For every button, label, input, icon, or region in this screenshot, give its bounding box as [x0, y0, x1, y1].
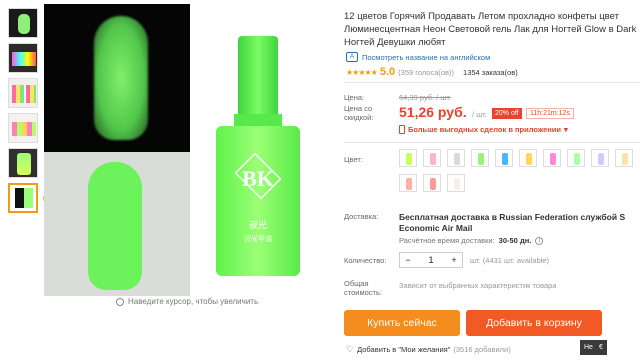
- bottle-body: BK 夜光 荧光甲油: [216, 126, 300, 276]
- thumbnail-2[interactable]: [8, 43, 38, 73]
- quantity-increase-button[interactable]: +: [446, 255, 462, 265]
- translate-title-link[interactable]: A Посмотреть название на английском: [346, 52, 490, 62]
- zoom-hint: Наведите курсор, чтобы увеличить: [116, 297, 258, 306]
- available-stock: шт. (4431 шт. available): [470, 256, 549, 265]
- shipping-label: Доставка:: [344, 212, 379, 221]
- quantity-input[interactable]: 1: [423, 255, 439, 265]
- color-swatch[interactable]: [447, 174, 465, 192]
- wishlist-link[interactable]: ♡ Добавить в "Мои желания" (3516 добавил…: [346, 344, 511, 355]
- rating-row: ★★★★★ 5.0 (359 голоса(ов)) 1354 заказа(о…: [346, 66, 518, 78]
- product-title: 12 цветов Горячий Продавать Летом прохла…: [344, 11, 637, 48]
- thumbnail-list: [8, 8, 40, 218]
- thumbnail-5[interactable]: [8, 148, 38, 178]
- color-swatch[interactable]: [423, 149, 441, 167]
- thumbnail-3[interactable]: [8, 78, 38, 108]
- quantity-stepper: − 1 +: [399, 252, 463, 268]
- votes-link[interactable]: (359 голоса(ов)): [398, 68, 454, 77]
- color-swatch[interactable]: [399, 174, 417, 192]
- delivery-time: Расчётное время доставки: 30-50 дн. i: [399, 236, 544, 245]
- star-icon: ★★★★★: [346, 67, 378, 77]
- bottle-label-2: 荧光甲油: [244, 236, 272, 243]
- translate-icon: A: [346, 52, 358, 62]
- current-price: 51,26 руб.: [399, 104, 467, 120]
- thumbnail-6-selected[interactable]: [8, 183, 38, 213]
- green-nail: [88, 162, 142, 290]
- glow-photo: [44, 4, 190, 152]
- color-swatch[interactable]: [591, 149, 609, 167]
- total-label-1: Общая: [344, 279, 369, 288]
- main-product-photo[interactable]: [44, 4, 190, 296]
- color-swatch[interactable]: [399, 149, 417, 167]
- bottle-label-1: 夜光: [248, 220, 267, 230]
- color-swatch[interactable]: [567, 149, 585, 167]
- color-label: Цвет:: [344, 155, 363, 164]
- buy-now-button[interactable]: Купить сейчас: [344, 310, 460, 336]
- orders-count: 1354 заказа(ов): [463, 67, 518, 77]
- corner-widget[interactable]: Не €: [580, 340, 607, 355]
- rating-value: 5.0: [379, 66, 396, 78]
- magnifier-icon: [116, 297, 124, 306]
- old-price: 64,39 руб. / шт.: [399, 93, 452, 102]
- heart-icon: ♡: [346, 344, 355, 354]
- color-swatch[interactable]: [447, 149, 465, 167]
- color-swatch[interactable]: [543, 149, 561, 167]
- thumbnail-4[interactable]: [8, 113, 38, 143]
- daylight-photo: [44, 152, 190, 296]
- nail-polish-bottle-image: BK 夜光 荧光甲油: [216, 36, 300, 276]
- discount-price-label-1: Цена со: [344, 104, 373, 113]
- brand-logo: BK: [242, 166, 274, 191]
- glowing-nail: [94, 16, 148, 140]
- countdown-timer: 11h:21m:12s: [526, 108, 574, 119]
- divider: [344, 142, 640, 143]
- app-deals-link[interactable]: Больше выгодных сделок в приложении ▾: [399, 125, 568, 134]
- bottle-cap: [238, 36, 278, 114]
- info-icon[interactable]: i: [535, 236, 544, 245]
- discount-price-label-2: скидкой:: [344, 113, 374, 122]
- per-unit: / шт.: [472, 110, 487, 119]
- divider: [344, 82, 640, 83]
- phone-icon: [399, 125, 405, 134]
- quantity-decrease-button[interactable]: −: [400, 255, 416, 265]
- color-swatch[interactable]: [471, 149, 489, 167]
- color-swatch[interactable]: [519, 149, 537, 167]
- quantity-label: Количество:: [344, 256, 387, 265]
- discount-badge: 20% off: [492, 108, 522, 119]
- color-swatch[interactable]: [495, 149, 513, 167]
- total-label-2: стоимость:: [344, 288, 382, 297]
- thumbnail-1[interactable]: [8, 8, 38, 38]
- chevron-down-icon: ▾: [564, 125, 568, 134]
- total-hint: Зависит от выбранных характеристик товар…: [399, 281, 557, 290]
- color-swatch[interactable]: [615, 149, 633, 167]
- add-to-cart-button[interactable]: Добавить в корзину: [466, 310, 602, 336]
- shipping-method[interactable]: Бесплатная доставка в Russian Federation…: [399, 212, 639, 234]
- price-label: Цена:: [344, 93, 365, 102]
- color-swatch[interactable]: [423, 174, 441, 192]
